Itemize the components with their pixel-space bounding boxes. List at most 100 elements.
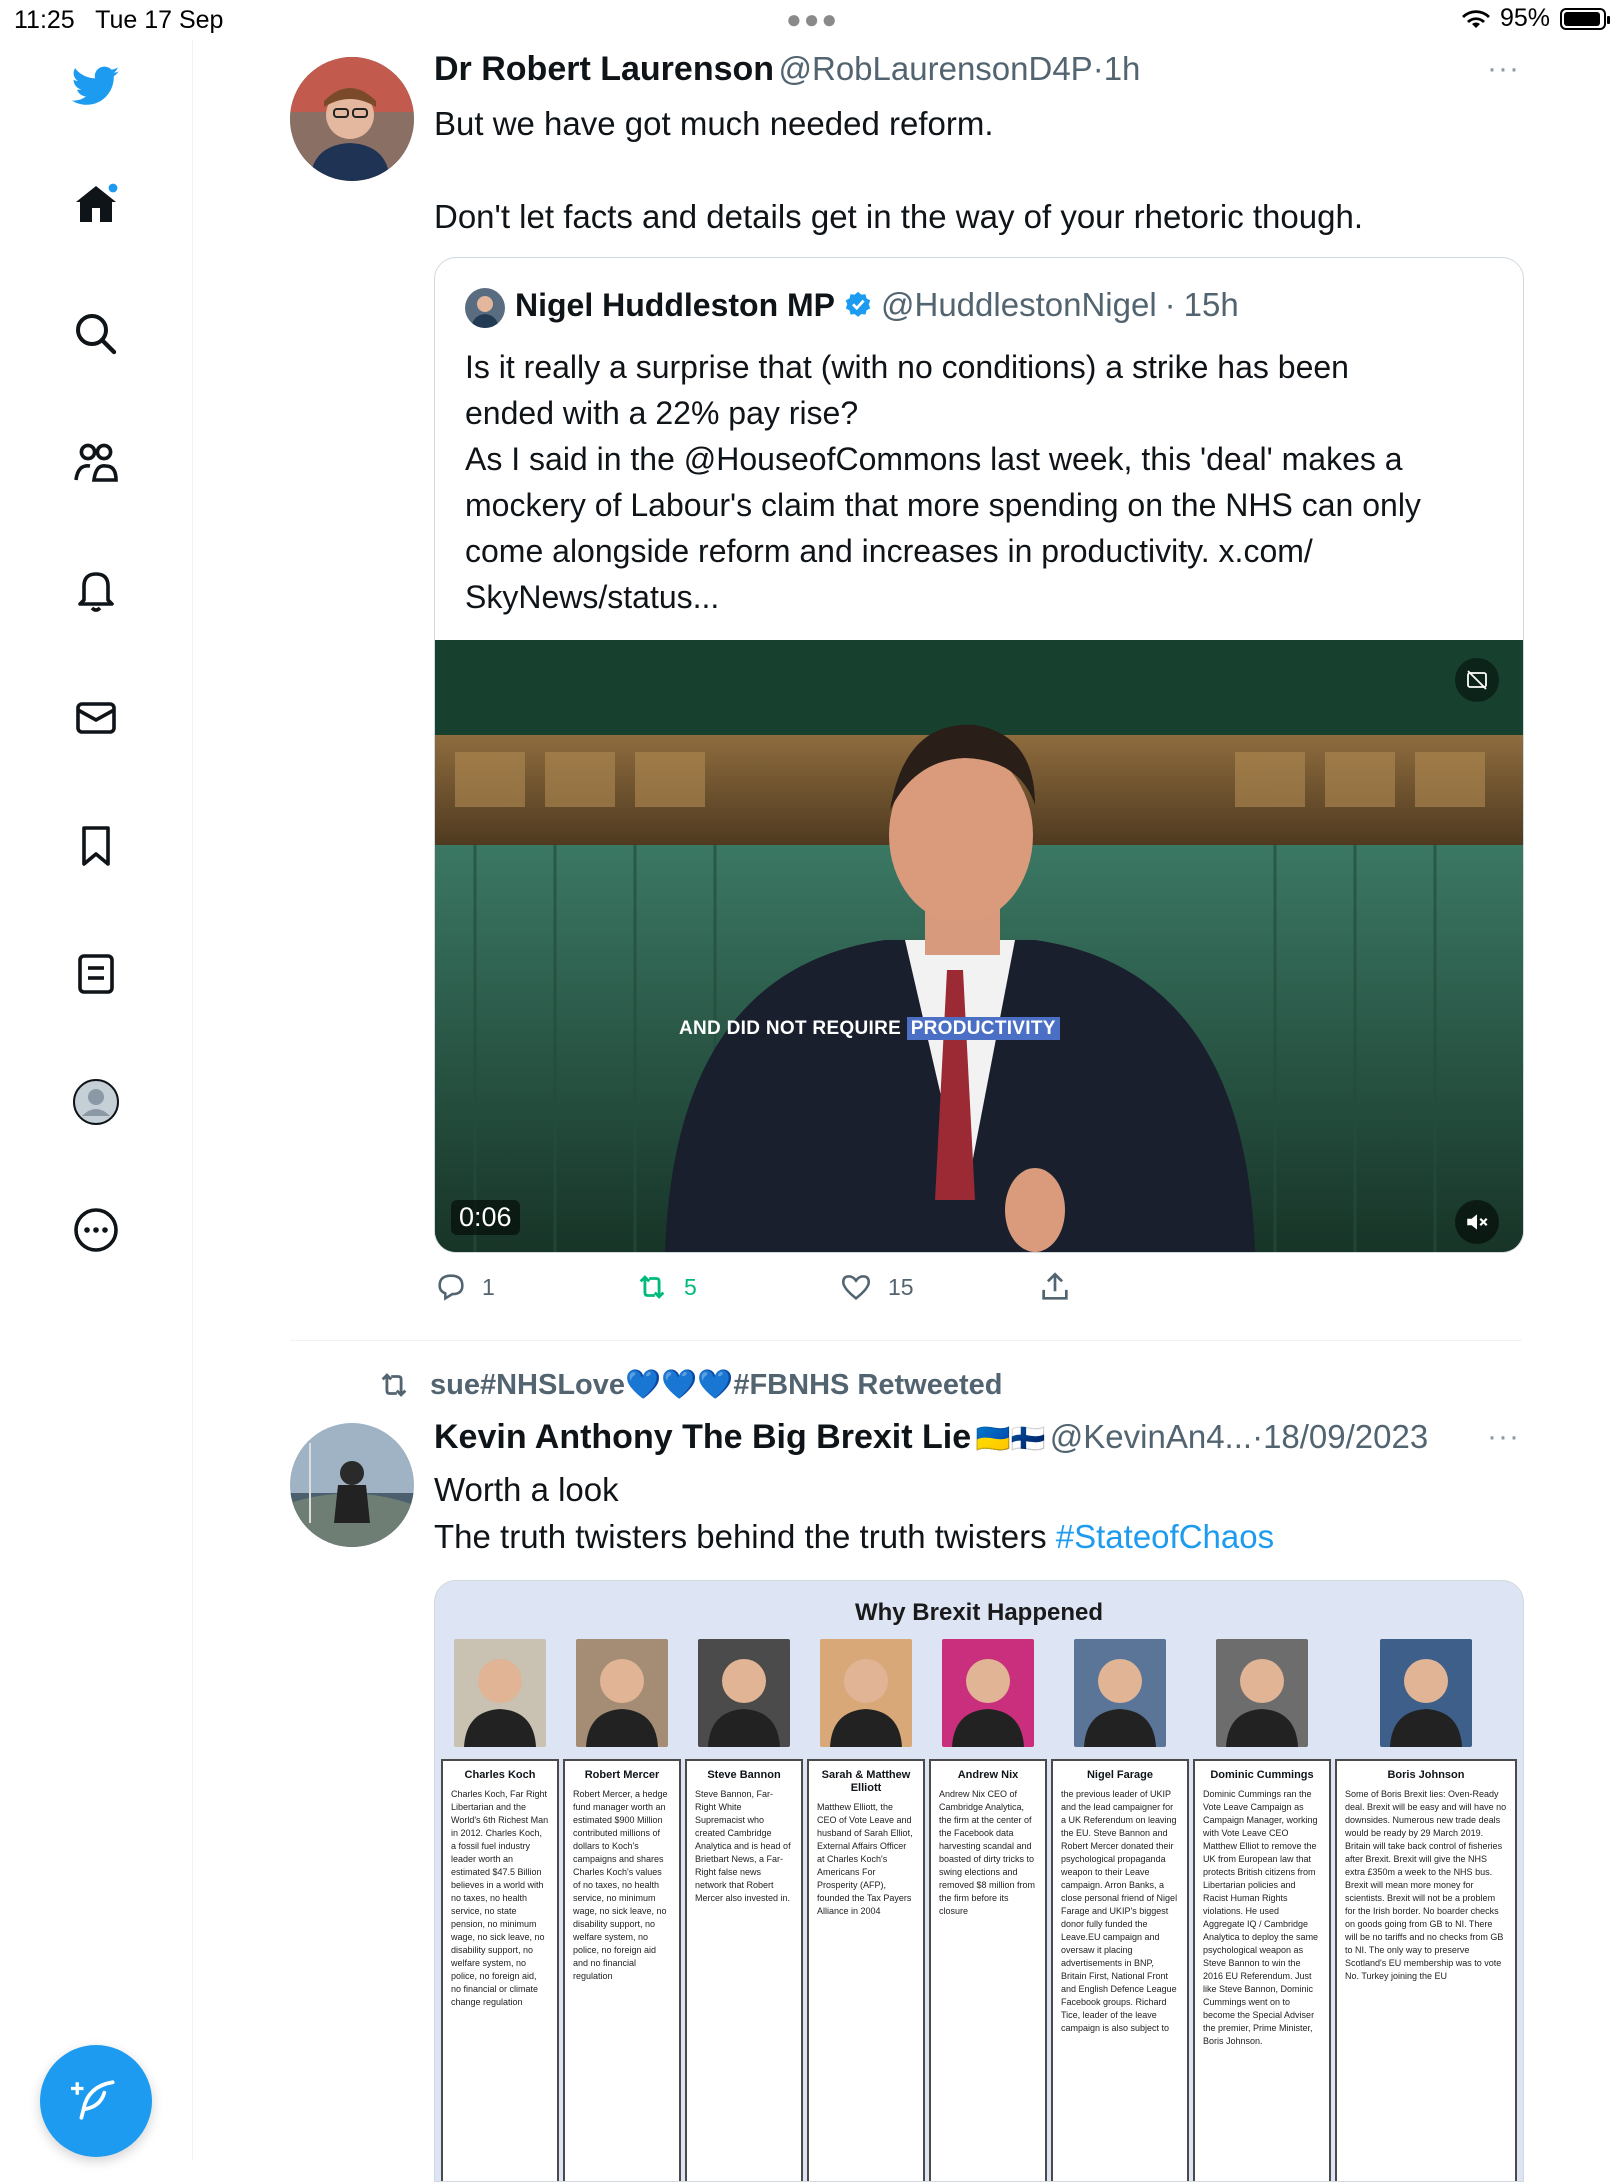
quoted-text-line: As I said in the @HouseofCommons last we… <box>465 441 1403 477</box>
quoted-time: 15h <box>1183 286 1239 323</box>
infographic-column: Dominic Cummings Dominic Cummings ran the… <box>1193 1759 1331 2181</box>
video-player[interactable]: AND DID NOT REQUIRE PRODUCTIVITY 0:06 <box>435 640 1523 1252</box>
quoted-text-line: mockery of Labour's claim that more spen… <box>465 487 1421 523</box>
mute-button[interactable] <box>1455 1200 1499 1244</box>
share-upload-icon <box>1042 1272 1068 1300</box>
battery-percent: 95% <box>1499 4 1550 32</box>
infographic-column: Charles Koch Charles Koch, Far Right Libe… <box>441 1759 559 2181</box>
column-heading: Nigel Farage <box>1086 1769 1154 1781</box>
heart-icon <box>841 1275 871 1300</box>
notifications-bell-icon[interactable] <box>70 564 122 616</box>
column-text: Robert Mercer, a hedge fund manager wort… <box>573 1789 668 1981</box>
wifi-icon <box>1461 9 1490 28</box>
communities-icon[interactable] <box>70 436 122 488</box>
portrait-photo <box>576 1639 668 1747</box>
column-text: Some of Boris Brexit lies: Oven-Ready de… <box>1345 1789 1507 1981</box>
separator: · <box>1092 50 1104 87</box>
tweet-time[interactable]: 18/09/2023 <box>1263 1418 1428 1455</box>
separator: · <box>1252 1418 1264 1455</box>
quoted-text-line: SkyNews/status... <box>465 579 720 615</box>
author-avatar[interactable] <box>290 57 414 181</box>
flags: 🇺🇦🇫🇮 <box>975 1423 1046 1454</box>
column-heading: Boris Johnson <box>1387 1769 1465 1781</box>
tweet-action-bar: 1 5 15 <box>434 1270 1534 1320</box>
quoted-text-line: ended with a 22% pay rise? <box>465 395 859 431</box>
compose-button[interactable] <box>40 2045 152 2157</box>
lists-icon[interactable] <box>70 948 122 1000</box>
quoted-handle: @HuddlestonNigel <box>881 286 1157 323</box>
verified-badge-icon <box>845 291 871 317</box>
twitter-bird-icon[interactable] <box>70 60 122 112</box>
share-button[interactable] <box>1038 1270 1072 1304</box>
column-text: Matthew Elliott, the CEO of Vote Leave a… <box>817 1802 913 1916</box>
tweet-text-line1: Worth a look <box>434 1471 619 1508</box>
captions-button[interactable] <box>1455 658 1499 702</box>
column-heading: Charles Koch <box>464 1769 536 1781</box>
tweet-text-line1: But we have got much needed reform. <box>434 105 994 142</box>
column-text: Charles Koch, Far Right Libertarian and … <box>451 1789 549 2007</box>
compose-feather-icon <box>71 2080 115 2120</box>
like-count: 15 <box>888 1273 914 1300</box>
retweet-icon <box>381 1373 407 1397</box>
retweet-context[interactable]: sue#NHSLove💙💙💙#FBNHS Retweeted <box>374 1368 1002 1402</box>
author-name[interactable]: Kevin Anthony The Big Brexit Lie <box>434 1418 971 1456</box>
infographic-column: Andrew Nix Andrew Nix CEO of Cambridge An… <box>929 1759 1047 2181</box>
retweet-button[interactable]: 5 <box>634 1270 697 1304</box>
search-icon[interactable] <box>70 308 122 360</box>
caption-highlight: PRODUCTIVITY <box>906 1017 1060 1040</box>
retweet-count: 5 <box>684 1273 697 1300</box>
video-frame <box>435 640 1523 1252</box>
column-heading: Sarah & Matthew Elliott <box>821 1769 911 1794</box>
portrait-photo <box>1380 1639 1472 1747</box>
reply-bubble-icon <box>438 1274 464 1301</box>
quoted-text-line: come alongside reform and increases in p… <box>465 533 1313 569</box>
author-avatar[interactable] <box>290 1423 414 1547</box>
author-name[interactable]: Dr Robert Laurenson <box>434 50 774 88</box>
messages-envelope-icon[interactable] <box>70 692 122 744</box>
tweet-divider <box>290 1340 1522 1341</box>
portrait-photo <box>820 1639 912 1747</box>
quoted-header: Nigel Huddleston MP @HuddlestonNigel · 15h <box>515 286 1239 324</box>
sidebar <box>0 40 193 2160</box>
hashtag-link[interactable]: #StateofChaos <box>1056 1518 1274 1555</box>
caption-text: AND DID NOT REQUIRE <box>679 1018 907 1039</box>
column-heading: Andrew Nix <box>957 1769 1019 1781</box>
home-icon[interactable] <box>70 178 122 230</box>
profile-avatar-icon[interactable] <box>70 1076 122 1128</box>
retweet-icon <box>639 1275 665 1299</box>
column-text: the previous leader of UKIP and the lead… <box>1061 1789 1178 2033</box>
author-handle[interactable]: @KevinAn4... <box>1050 1418 1252 1455</box>
tweet-text-line2: The truth twisters behind the truth twis… <box>434 1513 1274 1560</box>
battery-icon <box>1560 7 1610 30</box>
reply-button[interactable]: 1 <box>434 1270 495 1304</box>
status-time: 11:25 Tue 17 Sep <box>14 6 224 34</box>
bookmark-icon[interactable] <box>70 820 122 872</box>
tweet-more-button[interactable]: ··· <box>1487 1420 1520 1454</box>
portrait-photo <box>942 1639 1034 1747</box>
retweeted-by: sue#NHSLove💙💙💙#FBNHS Retweeted <box>430 1369 1003 1401</box>
infographic-title: Why Brexit Happened <box>854 1599 1104 1626</box>
like-button[interactable]: 15 <box>838 1270 914 1304</box>
column-text: Steve Bannon, Far-Right White Supremacis… <box>695 1789 791 1903</box>
portrait-photo <box>1074 1639 1166 1747</box>
video-duration: 0:06 <box>451 1200 520 1235</box>
infographic-column: Sarah & Matthew Elliott Matthew Elliott, … <box>807 1759 925 2181</box>
tweet-header: Dr Robert Laurenson @RobLaurensonD4P·1h <box>434 50 1140 89</box>
infographic-column: Steve Bannon Steve Bannon, Far-Right Whit… <box>685 1759 803 2181</box>
captions-off-icon <box>1467 670 1487 690</box>
multitasking-dots-icon[interactable]: ●●● <box>786 4 839 35</box>
more-circle-icon[interactable] <box>70 1204 122 1256</box>
tweet-more-button[interactable]: ··· <box>1487 52 1520 86</box>
author-handle[interactable]: @RobLaurensonD4P <box>779 50 1093 87</box>
column-heading: Dominic Cummings <box>1210 1769 1314 1781</box>
column-heading: Robert Mercer <box>584 1769 660 1781</box>
tweet-time[interactable]: 1h <box>1104 50 1141 87</box>
tweet-text: The truth twisters behind the truth twis… <box>434 1518 1056 1555</box>
infographic-column: Nigel Farage the previous leader of UKIP … <box>1051 1759 1189 2181</box>
tweet-image[interactable]: Why Brexit Happened Charles Koch Charles … <box>434 1580 1524 2182</box>
quoted-author-avatar <box>465 288 505 328</box>
portrait-photo <box>1216 1639 1308 1747</box>
status-bar: 11:25 Tue 17 Sep ●●● 95% <box>0 0 1620 40</box>
portrait-photo <box>454 1639 546 1747</box>
quoted-tweet[interactable]: Nigel Huddleston MP @HuddlestonNigel · 15h… <box>434 257 1524 1253</box>
